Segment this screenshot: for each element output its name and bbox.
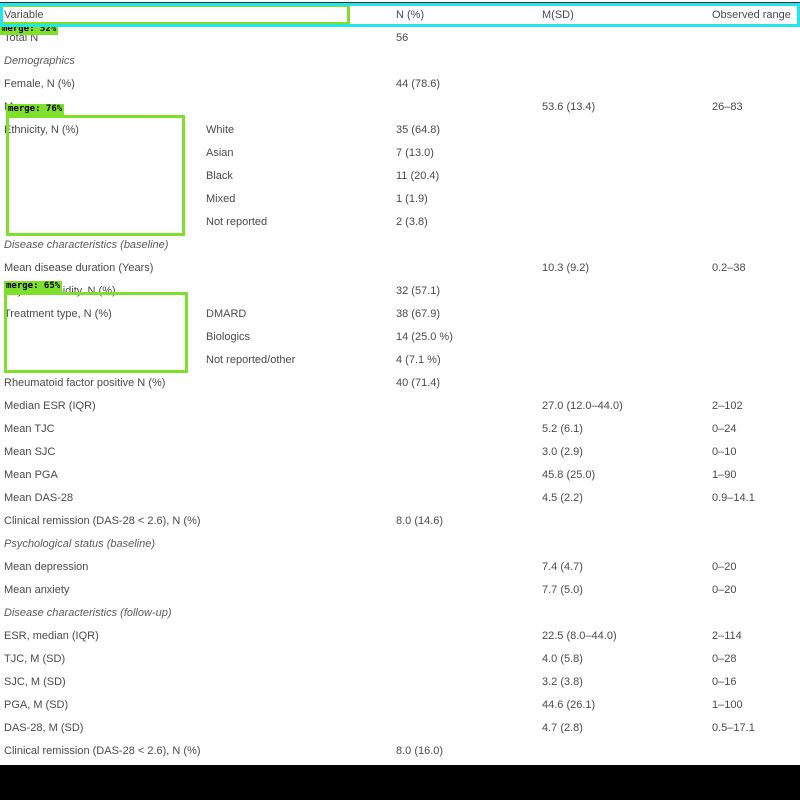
row-n-percent: 11 (20.4) (396, 170, 440, 182)
row-mean-sd: 45.8 (25.0) (542, 469, 596, 481)
row-observed-range: 0–20 (712, 584, 737, 596)
row-observed-range: 1–90 (712, 469, 737, 481)
row-variable: Mean disease duration (Years) (4, 262, 154, 274)
row-observed-range: 0.5–17.1 (712, 722, 755, 734)
row-subcategory: Black (206, 170, 233, 182)
row-observed-range: 0–16 (712, 676, 737, 688)
row-n-percent: 2 (3.8) (396, 216, 428, 228)
row-n-percent: 56 (396, 32, 409, 44)
row-variable: Mean anxiety (4, 584, 70, 596)
row-observed-range: 26–83 (712, 101, 743, 113)
treatment-box-label: merge: 65% (4, 281, 63, 292)
row-variable: ESR, median (IQR) (4, 630, 99, 642)
row-n-percent: 14 (25.0 %) (396, 331, 453, 343)
section-heading: Psychological status (baseline) (4, 538, 156, 550)
row-observed-range: 0–28 (712, 653, 737, 665)
row-variable: Clinical remission (DAS-28 < 2.6), N (%) (4, 745, 201, 757)
row-subcategory: Mixed (206, 193, 236, 205)
row-subcategory: Biologics (206, 331, 251, 343)
bottom-black-band (0, 765, 800, 800)
ethnicity-box (6, 115, 185, 236)
row-observed-range: 2–102 (712, 400, 743, 412)
row-mean-sd: 4.0 (5.8) (542, 653, 583, 665)
row-variable: Mean SJC (4, 446, 56, 458)
row-variable: Mean TJC (4, 423, 55, 435)
row-mean-sd: 7.4 (4.7) (542, 561, 583, 573)
row-variable: Rheumatoid factor positive N (%) (4, 377, 166, 389)
row-observed-range: 0.2–38 (712, 262, 746, 274)
row-observed-range: 0.9–14.1 (712, 492, 755, 504)
row-variable: Clinical remission (DAS-28 < 2.6), N (%) (4, 515, 201, 527)
row-mean-sd: 53.6 (13.4) (542, 101, 596, 113)
row-n-percent: 1 (1.9) (396, 193, 428, 205)
row-subcategory: Not reported (206, 216, 268, 228)
row-mean-sd: 4.7 (2.8) (542, 722, 583, 734)
row-variable: TJC, M (SD) (4, 653, 66, 665)
row-variable: Mean DAS-28 (4, 492, 74, 504)
row-observed-range: 2–114 (712, 630, 742, 642)
row-observed-range: 1–100 (712, 699, 743, 711)
row-mean-sd: 3.2 (3.8) (542, 676, 583, 688)
row-n-percent: 44 (78.6) (396, 78, 441, 90)
section-heading: Disease characteristics (follow-up) (4, 607, 172, 619)
ethnicity-box-label: merge: 76% (6, 104, 65, 115)
row-n-percent: 35 (64.8) (396, 124, 441, 136)
row-variable: DAS-28, M (SD) (4, 722, 84, 734)
row-n-percent: 7 (13.0) (396, 147, 434, 159)
row-observed-range: 0–24 (712, 423, 737, 435)
row-mean-sd: 3.0 (2.9) (542, 446, 583, 458)
row-variable: PGA, M (SD) (4, 699, 69, 711)
row-n-percent: 8.0 (14.6) (396, 515, 444, 527)
section-heading: Disease characteristics (baseline) (4, 239, 169, 251)
section-heading: Demographics (4, 55, 75, 67)
row-observed-range: 0–20 (712, 561, 737, 573)
row-mean-sd: 10.3 (9.2) (542, 262, 590, 274)
row-mean-sd: 4.5 (2.2) (542, 492, 583, 504)
row-variable: Median ESR (IQR) (4, 400, 96, 412)
row-subcategory: DMARD (206, 308, 247, 320)
row-n-percent: 40 (71.4) (396, 377, 441, 389)
row-mean-sd: 7.7 (5.0) (542, 584, 583, 596)
row-subcategory: Asian (206, 147, 234, 159)
row-variable: SJC, M (SD) (4, 676, 66, 688)
row-variable: Female, N (%) (4, 78, 75, 90)
row-mean-sd: 22.5 (8.0–44.0) (542, 630, 617, 642)
row-n-percent: 8.0 (16.0) (396, 745, 444, 757)
row-subcategory: Not reported/other (206, 354, 296, 366)
row-n-percent: 4 (7.1 %) (396, 354, 441, 366)
row-mean-sd: 27.0 (12.0–44.0) (542, 400, 623, 412)
row-variable: Mean depression (4, 561, 89, 573)
header-row-box (0, 3, 800, 27)
row-mean-sd: 44.6 (26.1) (542, 699, 596, 711)
treatment-box (4, 292, 188, 373)
row-variable: Mean PGA (4, 469, 58, 481)
row-subcategory: White (206, 124, 235, 136)
row-mean-sd: 5.2 (6.1) (542, 423, 583, 435)
row-observed-range: 0–10 (712, 446, 737, 458)
row-n-percent: 32 (57.1) (396, 285, 441, 297)
row-n-percent: 38 (67.9) (396, 308, 441, 320)
